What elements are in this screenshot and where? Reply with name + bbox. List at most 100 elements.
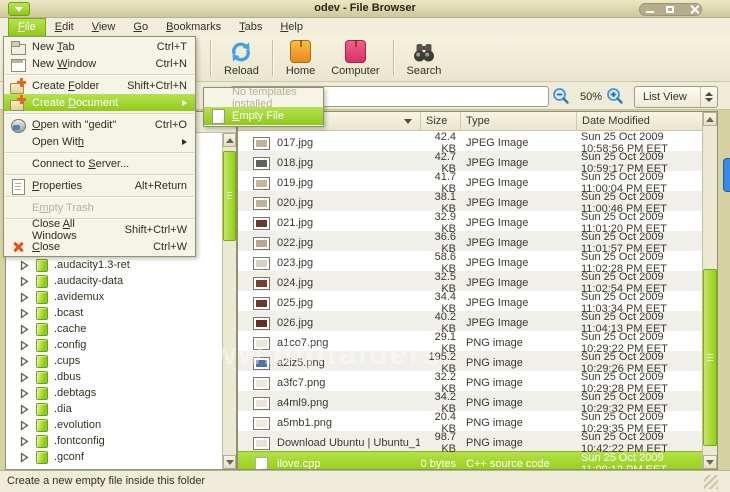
file-row-025-jpg[interactable]: 025.jpg34.4 KBJPEG ImageSun 25 Oct 2009 … [238,291,703,311]
menubar-item-tabs[interactable]: Tabs [230,18,271,36]
expander-icon[interactable] [20,356,29,367]
tree-item-bcast[interactable]: .bcast [6,305,222,321]
expander-icon[interactable] [20,308,29,319]
submenu-arrow-icon [182,139,187,145]
file-row-020-jpg[interactable]: 020.jpg38.1 KBJPEG ImageSun 25 Oct 2009 … [238,191,703,211]
gedit-icon [10,117,26,133]
expander-icon[interactable] [20,340,29,351]
file-row-017-jpg[interactable]: 017.jpg42.4 KBJPEG ImageSun 25 Oct 2009 … [238,131,703,151]
file-menu-item-properties[interactable]: PropertiesAlt+Return [4,177,195,194]
menu-item-label: New Tab [32,41,75,53]
file-menu-item-create-folder[interactable]: Create FolderShift+Ctrl+N [4,77,195,94]
menubar-item-help[interactable]: Help [271,18,312,36]
expander-icon[interactable] [20,292,29,303]
menubar-item-file[interactable]: File [8,18,46,36]
scroll-up-button[interactable] [223,133,236,147]
minimize-button[interactable] [640,4,660,15]
create-document-submenu: No templates installedEmpty File [203,87,324,127]
tree-item-cache[interactable]: .cache [6,321,222,337]
home-icon [286,39,315,64]
tree-item-cups[interactable]: .cups [6,353,222,369]
scrollbar-thumb[interactable] [223,151,236,241]
file-row-026-jpg[interactable]: 026.jpg40.2 KBJPEG ImageSun 25 Oct 2009 … [238,311,703,331]
file-row-a3fc7-png[interactable]: a3fc7.png32.2 KBPNG imageSun 25 Oct 2009… [238,371,703,391]
file-row-a5mb1-png[interactable]: a5mb1.png20.4 KBPNG imageSun 25 Oct 2009… [238,411,703,431]
file-row-023-jpg[interactable]: 023.jpg58.6 KBJPEG ImageSun 25 Oct 2009 … [238,251,703,271]
toolbar-button-reload[interactable]: Reload [219,38,264,77]
column-header-date-modified[interactable]: Date Modified [576,112,703,130]
file-menu-item-connect-to-server[interactable]: Connect to Server... [4,155,195,172]
titlebar[interactable]: odev - File Browser [0,0,730,18]
tree-item-debtags[interactable]: .debtags [6,385,222,401]
file-row-a1co7-png[interactable]: a1co7.png29.1 KBPNG imageSun 25 Oct 2009… [238,331,703,351]
expander-icon[interactable] [20,276,29,287]
file-row-018-jpg[interactable]: 018.jpg42.7 KBJPEG ImageSun 25 Oct 2009 … [238,151,703,171]
tree-item-avidemux[interactable]: .avidemux [6,289,222,305]
file-menu-item-close-all-windows[interactable]: Close All WindowsShift+Ctrl+W [4,221,195,238]
close-button[interactable] [681,4,701,15]
maximize-button[interactable] [660,4,680,15]
file-type: PNG image [460,357,576,369]
file-menu-item-new-tab[interactable]: New TabCtrl+T [4,38,195,55]
sidebar-scrollbar[interactable] [222,133,236,469]
file-menu-item-new-window[interactable]: New WindowCtrl+N [4,55,195,72]
scrollbar-thumb[interactable] [703,269,717,446]
column-header-type[interactable]: Type [460,112,576,130]
expander-icon[interactable] [20,260,29,271]
file-menu-item-open-with-gedit[interactable]: Open with "gedit"Ctrl+O [4,116,195,133]
file-icon [255,457,268,471]
file-row-022-jpg[interactable]: 022.jpg36.6 KBJPEG ImageSun 25 Oct 2009 … [238,231,703,251]
file-row-021-jpg[interactable]: 021.jpg32.9 KBJPEG ImageSun 25 Oct 2009 … [238,211,703,231]
expander-icon[interactable] [20,436,29,447]
scroll-down-button[interactable] [703,455,717,469]
menubar-item-bookmarks[interactable]: Bookmarks [157,18,230,36]
tree-item-fontconfig[interactable]: .fontconfig [6,433,222,449]
menubar-item-go[interactable]: Go [124,18,157,36]
expander-icon[interactable] [20,324,29,335]
tree-item-gconf[interactable]: .gconf [6,449,222,465]
tree-item-config[interactable]: .config [6,337,222,353]
menubar-item-edit[interactable]: Edit [46,18,83,36]
file-menu-item-create-document[interactable]: Create Document [4,94,195,111]
tree-item-audacity1-3-ret[interactable]: .audacity1.3-ret [6,257,222,273]
menubar-item-view[interactable]: View [83,18,125,36]
column-header-size[interactable]: Size [420,112,460,130]
file-row-a2iz5-png[interactable]: a2iz5.png195.2 KBPNG imageSun 25 Oct 200… [238,351,703,371]
expander-icon[interactable] [20,420,29,431]
resize-grip[interactable] [704,475,718,489]
tree-item-audacity-data[interactable]: .audacity-data [6,273,222,289]
file-row-ilove-cpp[interactable]: ilove.cpp0 bytesC++ source codeSun 25 Oc… [238,451,703,470]
file-row-024-jpg[interactable]: 024.jpg32.5 KBJPEG ImageSun 25 Oct 2009 … [238,271,703,291]
file-row-a4ml9-png[interactable]: a4ml9.png34.2 KBPNG imageSun 25 Oct 2009… [238,391,703,411]
toolbar-button-search[interactable]: Search [402,38,447,77]
zoom-level: 50% [574,91,608,103]
file-row-download-ubuntu-ubuntu-12565[interactable]: Download Ubuntu | Ubuntu_12565...98.7 KB… [238,431,703,451]
zoom-in-button[interactable] [606,87,624,105]
zoom-out-button[interactable] [552,87,570,105]
view-mode-select[interactable]: List View [634,86,718,108]
menu-item-label: Connect to Server... [32,158,129,170]
scroll-down-button[interactable] [223,455,236,469]
tree-item-dbus[interactable]: .dbus [6,369,222,385]
expander-icon[interactable] [20,452,29,463]
file-size: 0 bytes [420,458,460,470]
expander-icon[interactable] [20,372,29,383]
tree-item-evolution[interactable]: .evolution [6,417,222,433]
list-scrollbar[interactable] [702,112,717,469]
expander-icon[interactable] [20,404,29,415]
toolbar-button-home[interactable]: Home [281,38,320,77]
file-name-cell: 025.jpg [238,297,420,310]
file-type: JPEG Image [460,317,576,329]
file-row-019-jpg[interactable]: 019.jpg41.7 KBJPEG ImageSun 25 Oct 2009 … [238,171,703,191]
scroll-up-button[interactable] [703,112,717,126]
file-menu-item-open-with[interactable]: Open With [4,133,195,150]
thumbnail-icon [253,257,270,270]
file-name: 023.jpg [277,257,313,269]
file-name: a1co7.png [277,337,328,349]
file-name-cell: 022.jpg [238,237,420,250]
expander-icon[interactable] [20,388,29,399]
tree-item-dia[interactable]: .dia [6,401,222,417]
thumbnail-icon [253,377,270,390]
search-icon [407,39,442,64]
toolbar-button-computer[interactable]: Computer [326,38,384,77]
